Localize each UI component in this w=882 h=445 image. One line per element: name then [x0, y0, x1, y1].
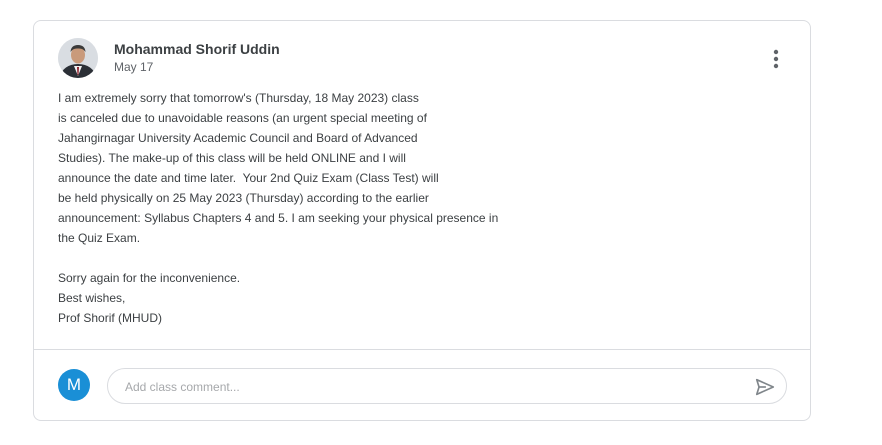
body-line: Studies). The make-up of this class will… [58, 151, 406, 165]
announcement-body: I am extremely sorry that tomorrow's (Th… [58, 88, 558, 328]
body-line: Sorry again for the inconvenience. [58, 271, 241, 285]
body-line: Prof Shorif (MHUD) [58, 311, 163, 325]
body-line: the Quiz Exam. [58, 231, 141, 245]
author-name: Mohammad Shorif Uddin [114, 41, 280, 57]
more-vert-icon [773, 49, 779, 69]
post-date: May 17 [114, 60, 154, 74]
current-user-avatar[interactable]: M [58, 369, 90, 401]
body-line: Best wishes, [58, 291, 126, 305]
body-line: announcement: Syllabus Chapters 4 and 5.… [58, 211, 499, 225]
announcement-card: Mohammad Shorif Uddin May 17 I am extrem… [33, 20, 811, 421]
comment-divider [34, 349, 810, 350]
send-icon [755, 378, 775, 396]
body-line: announce the date and time later. Your 2… [58, 171, 439, 185]
body-line: I am extremely sorry that tomorrow's (Th… [58, 91, 419, 105]
more-options-button[interactable] [762, 45, 790, 73]
comment-box[interactable] [107, 368, 787, 405]
class-comment-input[interactable] [123, 369, 727, 405]
body-line: is canceled due to unavoidable reasons (… [58, 111, 427, 125]
body-line: Jahangirnagar University Academic Counci… [58, 131, 418, 145]
send-comment-button[interactable] [754, 376, 776, 398]
person-photo-icon [58, 38, 98, 78]
body-line [58, 248, 558, 268]
author-avatar[interactable] [58, 38, 98, 78]
body-line: be held physically on 25 May 2023 (Thurs… [58, 191, 429, 205]
